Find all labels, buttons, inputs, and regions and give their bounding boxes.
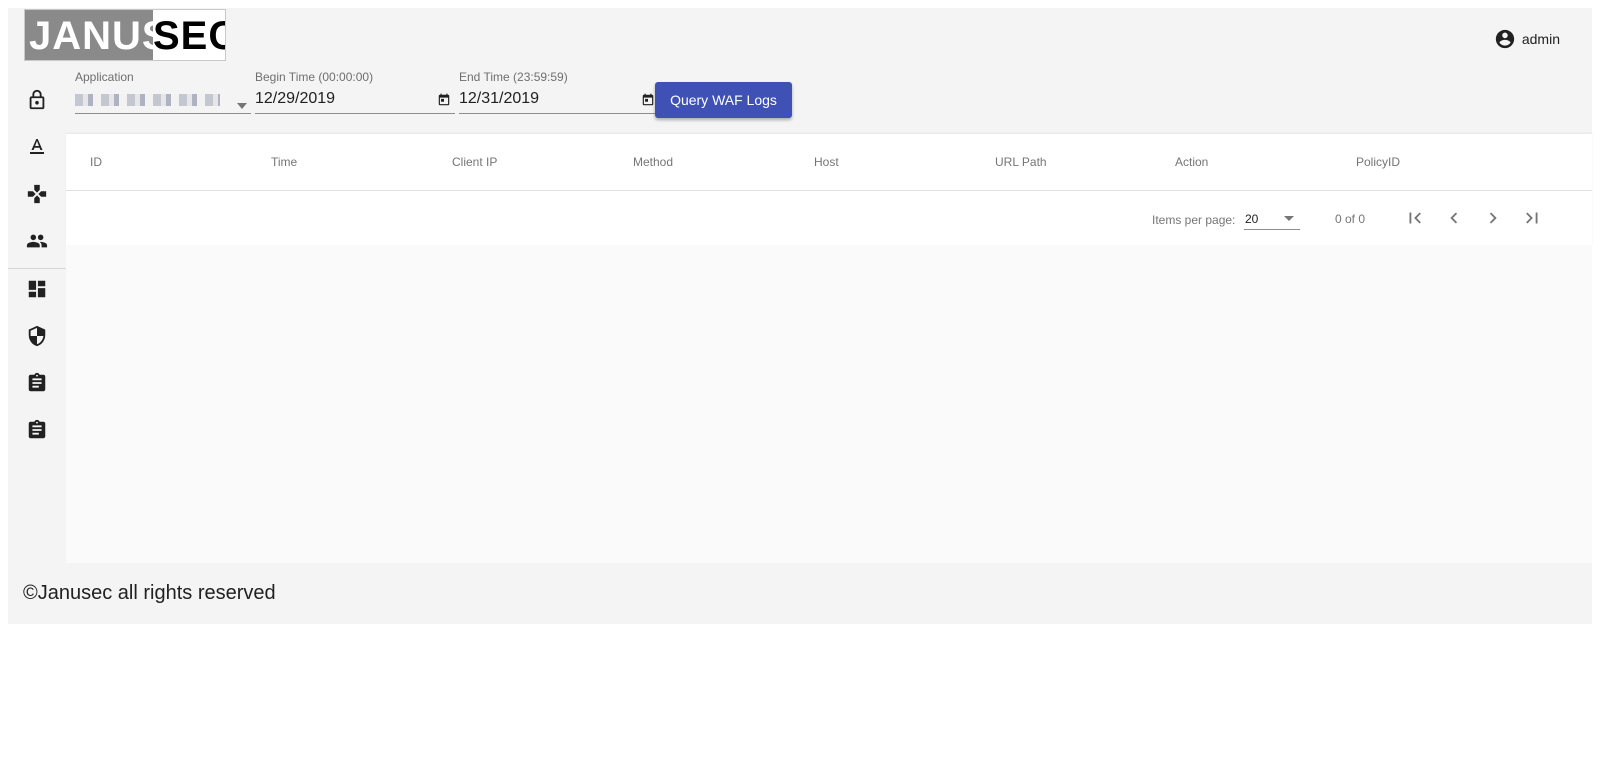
sidebar-item-applications[interactable] xyxy=(24,181,50,207)
app-header: JANUS SEC admin xyxy=(8,8,1592,70)
dropdown-arrow-icon xyxy=(1284,216,1294,221)
column-header-action[interactable]: Action xyxy=(1175,155,1208,169)
user-name: admin xyxy=(1521,31,1560,47)
application-select[interactable] xyxy=(75,88,251,114)
column-header-time[interactable]: Time xyxy=(271,155,297,169)
column-header-host[interactable]: Host xyxy=(814,155,839,169)
begin-time-value: 12/29/2019 xyxy=(255,90,336,107)
app-frame: JANUS SEC admin xyxy=(8,8,1592,624)
page-size-value: 20 xyxy=(1245,212,1259,226)
page-range-label: 0 of 0 xyxy=(1335,212,1366,226)
next-page-button[interactable] xyxy=(1479,204,1507,232)
sidebar-item-cc-logs[interactable] xyxy=(24,417,50,443)
copyright-text: ©Janusec all rights reserved xyxy=(23,582,276,604)
end-time-value: 12/31/2019 xyxy=(459,90,540,107)
sidebar-item-dashboard[interactable] xyxy=(24,276,50,302)
app-footer: ©Janusec all rights reserved xyxy=(8,563,1592,624)
text-format-icon xyxy=(30,139,44,154)
janusec-logo[interactable]: JANUS SEC xyxy=(24,9,226,61)
column-header-url-path[interactable]: URL Path xyxy=(995,155,1047,169)
end-time-input[interactable]: 12/31/2019 xyxy=(459,88,659,114)
previous-page-button[interactable] xyxy=(1440,204,1468,232)
query-waf-logs-button[interactable]: Query WAF Logs xyxy=(655,82,792,118)
application-value-redacted xyxy=(75,94,220,106)
assignment-icon xyxy=(28,372,46,392)
last-page-icon xyxy=(1526,212,1538,224)
user-menu[interactable]: admin xyxy=(1494,28,1560,50)
begin-time-label: Begin Time (00:00:00) xyxy=(255,70,374,84)
sidebar-item-users[interactable] xyxy=(24,228,50,254)
chevron-right-icon xyxy=(1489,212,1497,224)
gamepad-icon xyxy=(27,184,47,204)
dropdown-arrow-icon xyxy=(237,96,247,114)
table-header-row: ID Time Client IP Method Host URL Path A… xyxy=(66,134,1592,191)
lock-icon xyxy=(29,89,45,110)
dashboard-icon xyxy=(28,280,46,298)
column-header-id[interactable]: ID xyxy=(90,155,102,169)
sidebar-item-domains[interactable] xyxy=(24,134,50,160)
calendar-icon[interactable] xyxy=(437,93,451,112)
column-header-policyid[interactable]: PolicyID xyxy=(1356,155,1400,169)
assignment-icon xyxy=(28,419,46,439)
sidebar-divider xyxy=(8,268,66,269)
items-per-page-label: Items per page: xyxy=(1152,213,1236,227)
content-area xyxy=(66,245,1592,563)
column-header-client-ip[interactable]: Client IP xyxy=(452,155,497,169)
paginator: Items per page: 20 0 of 0 xyxy=(66,191,1592,245)
sidebar-item-waf[interactable] xyxy=(24,323,50,349)
security-shield-icon xyxy=(28,325,46,347)
first-page-icon xyxy=(1409,212,1421,224)
log-filter-bar: Application Begin Time (00:00:00) 12/29/… xyxy=(66,70,1592,134)
sidebar-item-certificates[interactable] xyxy=(24,87,50,113)
logo-right-text: SEC xyxy=(153,10,225,60)
logo-left-text: JANUS xyxy=(25,10,169,60)
begin-time-input[interactable]: 12/29/2019 xyxy=(255,88,455,114)
chevron-left-icon xyxy=(1450,212,1458,224)
account-circle-icon xyxy=(1495,29,1515,49)
end-time-label: End Time (23:59:59) xyxy=(459,70,568,84)
column-header-method[interactable]: Method xyxy=(633,155,673,169)
last-page-button[interactable] xyxy=(1518,204,1546,232)
sidebar-nav xyxy=(8,70,66,563)
first-page-button[interactable] xyxy=(1401,204,1429,232)
sidebar-item-waf-logs[interactable] xyxy=(24,370,50,396)
people-icon xyxy=(26,234,48,248)
calendar-icon[interactable] xyxy=(641,93,655,112)
waf-logs-table: ID Time Client IP Method Host URL Path A… xyxy=(66,134,1592,245)
page-size-select[interactable]: 20 xyxy=(1244,206,1300,230)
application-label: Application xyxy=(75,70,134,84)
